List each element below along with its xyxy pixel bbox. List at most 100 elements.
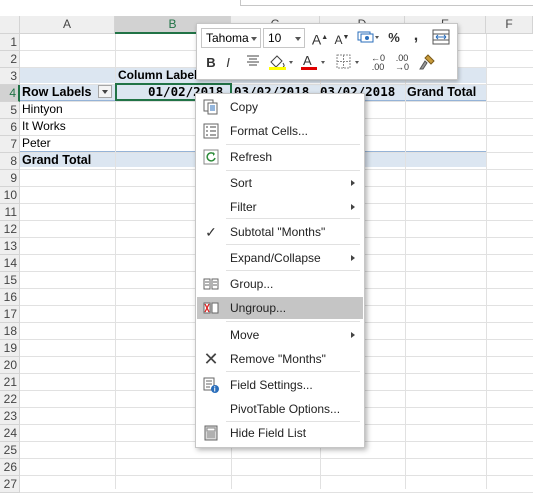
italic-button[interactable]: I <box>221 54 235 72</box>
select-all-corner[interactable] <box>0 16 20 34</box>
pivot-row-item[interactable]: Hintyon <box>22 101 63 117</box>
row-header-15[interactable]: 15 <box>0 272 20 289</box>
accounting-format-icon[interactable] <box>355 29 381 47</box>
menu-separator <box>226 218 360 219</box>
menu-item-refresh[interactable]: Refresh <box>197 146 363 168</box>
menu-item-label: Format Cells... <box>230 124 309 138</box>
menu-item-subtotal[interactable]: ✓ Subtotal "Months" <box>197 221 363 243</box>
menu-item-move[interactable]: Move <box>197 324 363 346</box>
row-header-13[interactable]: 13 <box>0 238 20 255</box>
column-header-f[interactable]: F <box>486 16 533 34</box>
field-list-icon <box>203 425 219 441</box>
menu-item-label: Remove "Months" <box>230 352 326 366</box>
grid-line <box>20 475 533 476</box>
row-header-1[interactable]: 1 <box>0 34 20 51</box>
menu-item-label: Refresh <box>230 150 273 164</box>
wrap-text-icon[interactable] <box>431 29 451 47</box>
row-header-19[interactable]: 19 <box>0 340 20 357</box>
pivot-row-item[interactable]: It Works <box>22 118 66 134</box>
comma-style-button[interactable]: , <box>409 27 423 45</box>
menu-item-label: Filter <box>230 200 257 214</box>
menu-item-hide-field-list[interactable]: Hide Field List <box>197 422 363 444</box>
menu-separator <box>226 144 360 145</box>
menu-item-copy[interactable]: Copy <box>197 96 363 118</box>
pivot-grand-total-header[interactable]: Grand Total <box>407 84 476 100</box>
row-header-8[interactable]: 8 <box>0 153 20 170</box>
row-header-17[interactable]: 17 <box>0 306 20 323</box>
menu-item-group[interactable]: Group... <box>197 273 363 295</box>
row-header-20[interactable]: 20 <box>0 357 20 374</box>
pivot-grand-total-row[interactable]: Grand Total <box>22 152 91 168</box>
svg-text:A: A <box>303 53 312 68</box>
font-name-combo[interactable]: Tahoma <box>201 28 261 48</box>
chevron-right-icon <box>351 255 355 261</box>
grow-font-icon[interactable]: A▲ <box>311 29 329 48</box>
menu-item-pivottable-options[interactable]: PivotTable Options... <box>197 398 363 420</box>
row-header-18[interactable]: 18 <box>0 323 20 340</box>
menu-item-expand-collapse[interactable]: Expand/Collapse <box>197 247 363 269</box>
chevron-down-icon <box>251 37 257 41</box>
row-header-3[interactable]: 3 <box>0 68 20 85</box>
row-header-9[interactable]: 9 <box>0 170 20 187</box>
percent-style-button[interactable]: % <box>385 29 403 47</box>
pivot-row-item[interactable]: Peter <box>22 135 51 151</box>
mini-toolbar: Tahoma 10 A▲ A▼ % , B I A ←0.00 .00 →0 <box>196 23 458 80</box>
pivot-column-labels[interactable]: Column Labels <box>118 67 204 83</box>
row-header-6[interactable]: 6 <box>0 119 20 136</box>
menu-separator <box>226 270 360 271</box>
font-color-icon[interactable]: A <box>299 53 327 71</box>
row-header-25[interactable]: 25 <box>0 442 20 459</box>
menu-item-label: Subtotal "Months" <box>230 225 326 239</box>
menu-item-remove[interactable]: ✕ Remove "Months" <box>197 348 363 370</box>
row-labels-filter-button[interactable] <box>98 85 112 98</box>
pivot-row-labels[interactable]: Row Labels <box>22 84 91 100</box>
menu-item-sort[interactable]: Sort <box>197 172 363 194</box>
grid-line <box>405 34 406 489</box>
menu-item-label: PivotTable Options... <box>230 402 341 416</box>
grid-line <box>20 458 533 459</box>
row-header-21[interactable]: 21 <box>0 374 20 391</box>
shrink-font-icon[interactable]: A▼ <box>333 29 351 47</box>
row-header-4[interactable]: 4 <box>0 85 20 102</box>
row-header-22[interactable]: 22 <box>0 391 20 408</box>
row-header-11[interactable]: 11 <box>0 204 20 221</box>
borders-icon[interactable] <box>335 53 363 71</box>
row-header-27[interactable]: 27 <box>0 476 20 493</box>
row-header-12[interactable]: 12 <box>0 221 20 238</box>
row-header-7[interactable]: 7 <box>0 136 20 153</box>
row-header-16[interactable]: 16 <box>0 289 20 306</box>
refresh-icon <box>203 149 219 165</box>
format-cells-icon <box>203 123 219 139</box>
format-painter-icon[interactable] <box>417 53 437 71</box>
row-header-23[interactable]: 23 <box>0 408 20 425</box>
font-size-combo[interactable]: 10 <box>263 28 305 48</box>
menu-item-label: Hide Field List <box>230 426 307 440</box>
align-center-icon[interactable] <box>245 54 261 72</box>
remove-x-icon: ✕ <box>203 349 219 369</box>
row-header-24[interactable]: 24 <box>0 425 20 442</box>
decrease-decimal-icon[interactable]: .00 →0 <box>391 54 413 72</box>
grid-line <box>486 34 487 489</box>
menu-item-label: Sort <box>230 176 253 190</box>
row-header-2[interactable]: 2 <box>0 51 20 68</box>
fill-color-icon[interactable] <box>267 53 295 71</box>
menu-item-label: Group... <box>230 277 274 291</box>
menu-item-format-cells[interactable]: Format Cells... <box>197 120 363 142</box>
menu-separator <box>226 321 360 322</box>
menu-item-field-settings[interactable]: i Field Settings... <box>197 374 363 396</box>
row-header-14[interactable]: 14 <box>0 255 20 272</box>
menu-item-filter[interactable]: Filter <box>197 196 363 218</box>
menu-item-label: Expand/Collapse <box>230 251 321 265</box>
group-icon <box>203 276 219 292</box>
row-header-26[interactable]: 26 <box>0 459 20 476</box>
formula-area-edge <box>240 0 533 6</box>
column-header-a[interactable]: A <box>20 16 115 34</box>
font-size-value: 10 <box>268 31 282 45</box>
increase-decimal-icon[interactable]: ←0.00 <box>367 54 389 72</box>
row-header-5[interactable]: 5 <box>0 102 20 119</box>
row-header-10[interactable]: 10 <box>0 187 20 204</box>
menu-item-ungroup[interactable]: Ungroup... <box>197 297 363 319</box>
grid-line <box>115 34 116 489</box>
menu-item-label: Ungroup... <box>230 301 287 315</box>
bold-button[interactable]: B <box>203 54 219 72</box>
